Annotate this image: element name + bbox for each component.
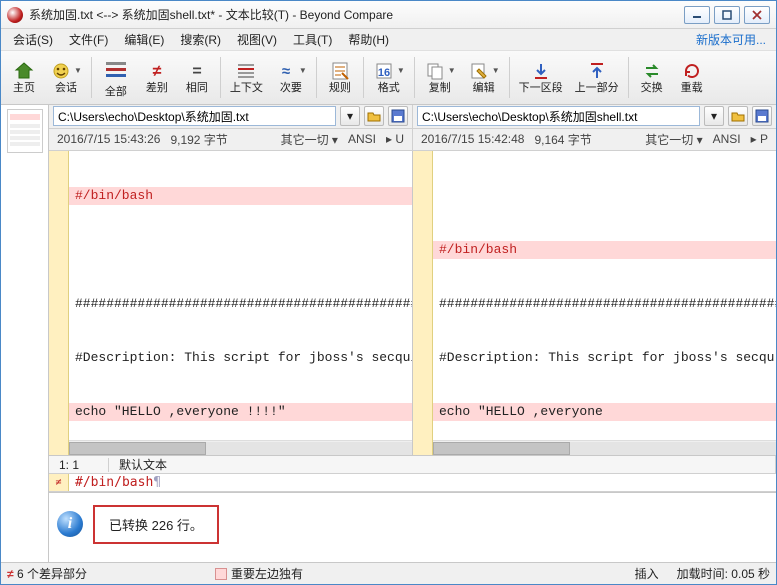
right-open-button[interactable] <box>728 106 748 126</box>
right-lineend[interactable]: ▸ P <box>751 132 768 146</box>
status-diff-count: 6 个差异部分 <box>17 565 87 582</box>
thumbnail-page[interactable] <box>7 109 43 153</box>
preview-text: #/bin/bash <box>69 475 153 490</box>
sessions-button[interactable]: ▼会话 <box>45 53 87 102</box>
status-load-time: 加载时间: 0.05 秒 <box>677 565 770 582</box>
sessions-icon <box>50 60 72 82</box>
menu-search[interactable]: 搜索(R) <box>172 29 229 50</box>
text-mode[interactable]: 默认文本 <box>109 456 776 473</box>
menu-edit[interactable]: 编辑(E) <box>116 29 172 50</box>
right-gutter <box>413 151 433 455</box>
format-button[interactable]: 16▼格式 <box>368 53 410 102</box>
dropdown-icon: ▼ <box>74 66 82 75</box>
menu-file[interactable]: 文件(F) <box>61 29 116 50</box>
preview-gutter-marker: ≠ <box>49 474 69 491</box>
minor-icon: ≈ <box>275 60 297 82</box>
home-button[interactable]: 主页 <box>5 53 43 102</box>
rules-button[interactable]: 规则 <box>321 53 359 102</box>
format-icon: 16 <box>373 60 395 82</box>
left-path-input[interactable] <box>53 106 336 126</box>
show-diff-button[interactable]: ≠差别 <box>138 53 176 102</box>
swap-button[interactable]: 交换 <box>633 53 671 102</box>
all-icon <box>101 56 131 86</box>
prev-section-icon <box>586 60 608 82</box>
show-same-button[interactable]: =相同 <box>178 53 216 102</box>
edit-icon <box>468 60 490 82</box>
left-only-swatch <box>215 568 227 580</box>
next-section-button[interactable]: 下一区段 <box>514 53 568 102</box>
diff-icon: ≠ <box>146 60 168 82</box>
right-path-dropdown[interactable]: ▾ <box>704 106 724 126</box>
svg-text:≈: ≈ <box>282 63 290 80</box>
home-icon <box>13 60 35 82</box>
right-pane: ⇦ #/bin/bash ###########################… <box>413 151 776 455</box>
left-encoding[interactable]: ANSI <box>348 132 376 146</box>
right-save-button[interactable] <box>752 106 772 126</box>
thumbnail-strip[interactable] <box>1 105 49 562</box>
svg-text:=: = <box>192 63 201 80</box>
line-preview: ≠ #/bin/bash¶ <box>49 474 776 492</box>
menu-bar: 会话(S) 文件(F) 编辑(E) 搜索(R) 视图(V) 工具(T) 帮助(H… <box>1 29 776 51</box>
message-area: i 已转换 226 行。 <box>49 492 776 562</box>
main-toolbar: 主页 ▼会话 全部 ≠差别 =相同 上下文 ≈▼次要 规则 16▼格式 ▼复制 … <box>1 51 776 105</box>
rules-icon <box>329 60 351 82</box>
right-filter[interactable]: 其它一切 ▾ <box>645 131 702 148</box>
swap-icon <box>641 60 663 82</box>
right-code[interactable]: ⇦ #/bin/bash ###########################… <box>413 151 776 455</box>
left-gutter <box>49 151 69 455</box>
pilcrow-icon: ¶ <box>153 475 161 490</box>
left-open-button[interactable] <box>364 106 384 126</box>
left-pane: ⇨#/bin/bash ############################… <box>49 151 413 455</box>
menu-view[interactable]: 视图(V) <box>229 29 285 50</box>
context-icon <box>235 60 257 82</box>
edit-button[interactable]: ▼编辑 <box>463 53 505 102</box>
update-available-link[interactable]: 新版本可用... <box>696 31 772 48</box>
left-hscroll[interactable] <box>69 440 412 455</box>
status-left-only: 重要左边独有 <box>231 565 303 582</box>
copy-button[interactable]: ▼复制 <box>419 53 461 102</box>
cursor-position: 1: 1 <box>49 458 109 472</box>
menu-tools[interactable]: 工具(T) <box>285 29 340 50</box>
window-title: 系统加固.txt <--> 系统加固shell.txt* - 文本比较(T) -… <box>29 6 393 23</box>
minimize-button[interactable] <box>684 6 710 24</box>
show-all-button[interactable]: 全部 <box>96 53 136 102</box>
file-info-row: 2016/7/15 15:43:26 9,192 字节 其它一切 ▾ ANSI … <box>49 129 776 151</box>
status-insert-mode: 插入 <box>635 565 659 582</box>
left-lineend[interactable]: ▸ U <box>386 132 404 146</box>
position-bar: 1: 1 默认文本 <box>49 456 776 474</box>
reload-button[interactable]: 重载 <box>673 53 711 102</box>
status-diff-icon: ≠ <box>7 567 14 581</box>
right-size: 9,164 字节 <box>534 131 591 148</box>
same-icon: = <box>186 60 208 82</box>
svg-text:16: 16 <box>378 67 390 79</box>
left-date: 2016/7/15 15:43:26 <box>57 132 160 146</box>
maximize-button[interactable] <box>714 6 740 24</box>
right-hscroll[interactable] <box>433 440 776 455</box>
right-date: 2016/7/15 15:42:48 <box>421 132 524 146</box>
title-bar: 系统加固.txt <--> 系统加固shell.txt* - 文本比较(T) -… <box>1 1 776 29</box>
context-button[interactable]: 上下文 <box>225 53 268 102</box>
close-button[interactable] <box>744 6 770 24</box>
left-save-button[interactable] <box>388 106 408 126</box>
minor-button[interactable]: ≈▼次要 <box>270 53 312 102</box>
left-filter[interactable]: 其它一切 ▾ <box>281 131 338 148</box>
copy-icon <box>424 60 446 82</box>
info-icon: i <box>57 511 83 537</box>
app-icon <box>7 7 23 23</box>
reload-icon <box>681 60 703 82</box>
left-path-dropdown[interactable]: ▾ <box>340 106 360 126</box>
status-bar: ≠ 6 个差异部分 重要左边独有 插入 加载时间: 0.05 秒 <box>1 562 776 584</box>
menu-help[interactable]: 帮助(H) <box>340 29 397 50</box>
prev-section-button[interactable]: 上一部分 <box>570 53 624 102</box>
left-code[interactable]: ⇨#/bin/bash ############################… <box>49 151 412 455</box>
conversion-message: 已转换 226 行。 <box>93 505 219 544</box>
next-section-icon <box>530 60 552 82</box>
left-size: 9,192 字节 <box>170 131 227 148</box>
right-path-input[interactable] <box>417 106 700 126</box>
path-row: ▾ ▾ <box>49 105 776 129</box>
menu-session[interactable]: 会话(S) <box>5 29 61 50</box>
right-encoding[interactable]: ANSI <box>713 132 741 146</box>
svg-text:≠: ≠ <box>153 63 162 80</box>
